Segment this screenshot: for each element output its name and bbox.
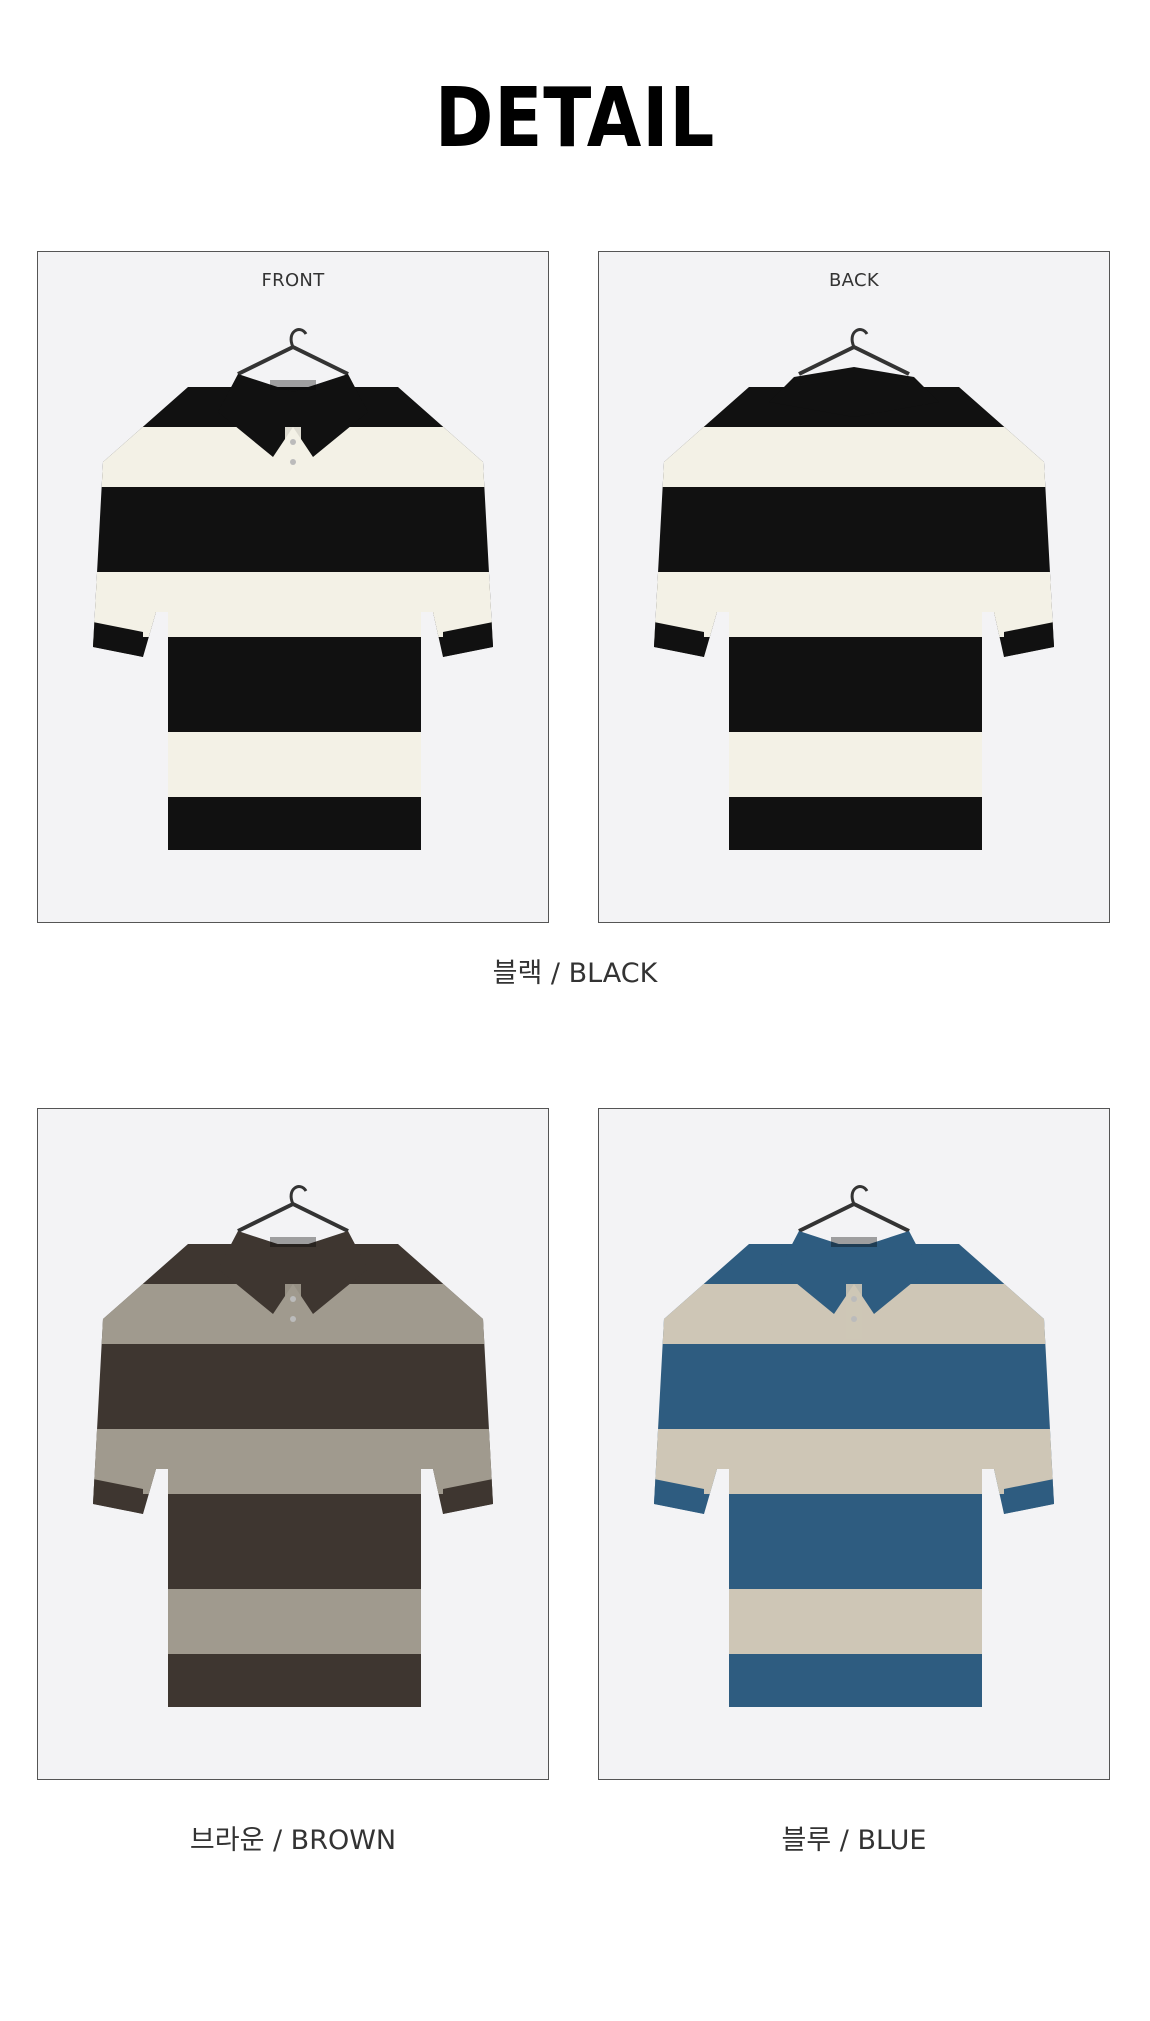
product-photo-black-back: BACK bbox=[598, 251, 1110, 923]
product-photo-blue-front bbox=[598, 1108, 1110, 1780]
color-caption-brown: 브라운 / BROWN bbox=[189, 1825, 397, 1856]
garment-illustration bbox=[93, 328, 493, 850]
garment-illustration bbox=[93, 1185, 493, 1707]
garment-illustration bbox=[654, 1185, 1054, 1707]
product-photo-brown-front bbox=[37, 1108, 549, 1780]
product-photo-black-front: FRONT bbox=[37, 251, 549, 923]
polo-shirt bbox=[654, 1231, 1054, 1707]
color-caption-blue: 블루 / BLUE bbox=[781, 1825, 927, 1856]
garment-illustration bbox=[654, 328, 1054, 850]
hanger-icon bbox=[237, 1185, 349, 1233]
polo-shirt bbox=[93, 374, 493, 850]
hanger-icon bbox=[237, 328, 349, 376]
hanger-icon bbox=[798, 1185, 910, 1233]
color-caption-black: 블랙 / BLACK bbox=[492, 958, 658, 989]
polo-shirt bbox=[654, 367, 1054, 850]
polo-shirt bbox=[93, 1231, 493, 1707]
page-title: DETAIL bbox=[434, 71, 716, 166]
